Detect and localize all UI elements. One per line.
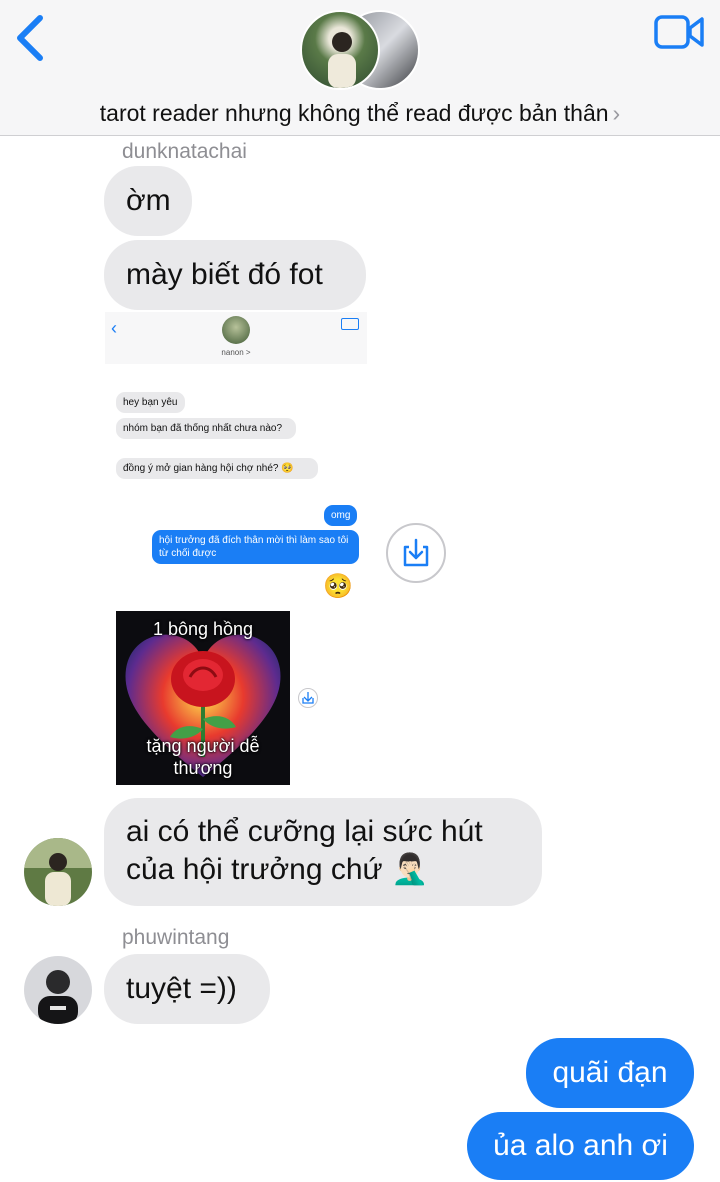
message-bubble[interactable]: ờm	[104, 166, 192, 236]
shared-screenshot-image[interactable]: ‹ nanon > hey bạn yêu nhóm bạn đã thống …	[105, 312, 367, 790]
message-bubble[interactable]: mày biết đó fot	[104, 240, 366, 310]
sticker-caption-bottom: tặng người dễ thương	[146, 736, 260, 778]
chat-header: tarot reader nhưng không thể read được b…	[0, 0, 720, 136]
screenshot-bubble: nhóm bạn đã thống nhất chưa nào?	[116, 418, 296, 439]
message-bubble[interactable]: tuyệt =))	[104, 954, 270, 1024]
download-icon	[403, 538, 429, 567]
avatar-phuwintang[interactable]	[24, 956, 92, 1024]
screenshot-bubble: omg	[324, 505, 358, 526]
message-bubble-outgoing[interactable]: quãi đạn	[526, 1038, 694, 1108]
conversation-title-text: tarot reader nhưng không thể read được b…	[99, 100, 609, 126]
facepalm-emoji: 🤦🏻‍♂️	[390, 853, 429, 886]
message-bubble[interactable]: ai có thể cưỡng lại sức hút của hội trưở…	[104, 798, 542, 906]
chevron-left-icon: ‹	[111, 318, 117, 338]
rose-sticker-image: 1 bông hồng tặng người dễ thương	[116, 611, 290, 785]
sender-name: dunknatachai	[122, 140, 247, 163]
screenshot-header: ‹ nanon >	[105, 312, 367, 364]
member-avatar	[300, 10, 380, 90]
download-icon	[298, 688, 318, 708]
video-camera-icon[interactable]	[654, 14, 704, 50]
save-image-button[interactable]	[386, 523, 446, 583]
pleading-face-emoji: 🥺	[323, 573, 353, 600]
sender-name: phuwintang	[122, 926, 230, 949]
chevron-left-icon[interactable]	[14, 14, 46, 62]
message-line: ai có thể cưỡng lại sức hút	[126, 815, 483, 848]
message-line: của hội trưởng chứ 🤦🏻‍♂️	[126, 853, 429, 886]
chevron-right-icon: ›	[612, 100, 621, 126]
screenshot-bubble: hey bạn yêu	[116, 392, 185, 413]
screenshot-bubble: đồng ý mở gian hàng hội chợ nhé? 🥺	[116, 458, 318, 479]
screenshot-contact-name: nanon >	[221, 348, 251, 357]
avatar	[222, 316, 250, 344]
message-bubble-outgoing[interactable]: ủa alo anh ơi	[467, 1112, 694, 1180]
avatar-dunknatachai[interactable]	[24, 838, 92, 906]
video-camera-icon	[341, 318, 359, 330]
conversation-title[interactable]: tarot reader nhưng không thể read được b…	[0, 100, 720, 127]
group-avatar[interactable]	[300, 8, 424, 92]
sticker-caption-top: 1 bông hồng	[152, 619, 254, 639]
screenshot-bubble: hội trưởng đã đích thân mời thì làm sao …	[152, 530, 359, 564]
